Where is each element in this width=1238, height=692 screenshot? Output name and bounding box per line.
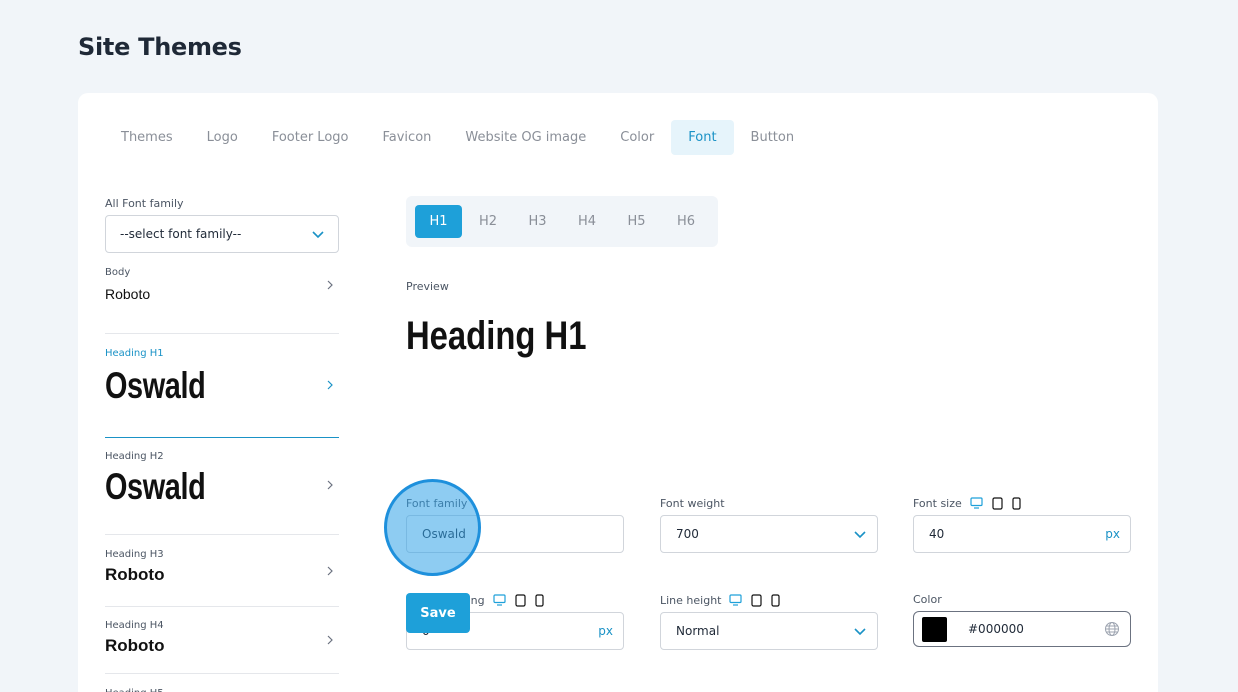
mobile-icon[interactable]	[535, 593, 544, 607]
tab-h3[interactable]: H3	[514, 205, 561, 238]
tab-h4[interactable]: H4	[564, 205, 611, 238]
mobile-icon[interactable]	[771, 593, 781, 607]
device-switcher	[970, 496, 1021, 510]
page-title: Site Themes	[78, 33, 242, 61]
globe-icon[interactable]	[1104, 621, 1120, 637]
font-item-heading-h5[interactable]: Heading H5	[105, 674, 339, 692]
font-weight-value: 700	[676, 527, 699, 541]
chevron-down-icon	[854, 531, 866, 539]
font-weight-label: Font weight	[660, 496, 725, 510]
font-list-panel: All Font family --select font family-- B…	[105, 197, 339, 692]
font-item-heading-h3[interactable]: Heading H3 Roboto	[105, 535, 339, 607]
line-height-value: Normal	[676, 624, 720, 638]
desktop-icon[interactable]	[970, 497, 983, 509]
line-height-label: Line height	[660, 593, 722, 607]
mobile-icon[interactable]	[1012, 496, 1021, 510]
tab-themes[interactable]: Themes	[104, 120, 190, 155]
desktop-icon[interactable]	[493, 594, 506, 606]
font-size-unit: px	[1105, 527, 1120, 541]
tab-h6[interactable]: H6	[663, 205, 710, 238]
tab-button[interactable]: Button	[734, 120, 812, 155]
font-item-heading-h4[interactable]: Heading H4 Roboto	[105, 607, 339, 674]
tab-website-og-image[interactable]: Website OG image	[448, 120, 603, 155]
font-item-key: Heading H1	[105, 348, 164, 359]
font-item-body[interactable]: Body Roboto	[105, 267, 339, 334]
font-item-key: Body	[105, 267, 131, 278]
tab-h2[interactable]: H2	[465, 205, 512, 238]
font-family-input[interactable]: Oswald	[406, 515, 624, 553]
settings-tabs: Themes Logo Footer Logo Favicon Website …	[104, 120, 811, 155]
device-switcher	[493, 593, 544, 607]
color-input[interactable]: #000000	[913, 611, 1131, 647]
chevron-right-icon	[327, 480, 333, 490]
font-size-input[interactable]: 40 px	[913, 515, 1131, 553]
save-button[interactable]: Save	[406, 593, 470, 633]
tab-h5[interactable]: H5	[613, 205, 660, 238]
font-item-key: Heading H4	[105, 620, 164, 631]
color-label: Color	[913, 592, 942, 606]
font-item-value: Oswald	[105, 365, 206, 406]
chevron-right-icon	[327, 380, 333, 390]
select-value: --select font family--	[120, 227, 242, 241]
all-font-family-label: All Font family	[105, 197, 184, 210]
preview-heading: Heading H1	[406, 314, 587, 358]
font-item-heading-h2[interactable]: Heading H2 Oswald	[105, 438, 339, 535]
tablet-icon[interactable]	[515, 593, 526, 607]
tablet-icon[interactable]	[751, 593, 763, 607]
color-hex-value: #000000	[968, 622, 1024, 636]
chevron-down-icon	[312, 231, 324, 239]
font-family-field: Font family Oswald	[406, 496, 624, 553]
font-item-key: Heading H5	[105, 688, 339, 692]
tab-favicon[interactable]: Favicon	[365, 120, 448, 155]
tablet-icon[interactable]	[992, 496, 1003, 510]
font-size-label: Font size	[913, 496, 962, 510]
font-item-value: Roboto	[105, 636, 165, 655]
font-family-label: Font family	[406, 496, 468, 510]
font-editor-panel: H1 H2 H3 H4 H5 H6 Preview Heading H1 Fon…	[406, 196, 1132, 650]
tab-color[interactable]: Color	[603, 120, 671, 155]
font-weight-field: Font weight 700	[660, 496, 878, 553]
color-field: Color #000000	[913, 592, 1131, 647]
font-size-field: Font size 40 px	[913, 496, 1131, 553]
tab-footer-logo[interactable]: Footer Logo	[255, 120, 366, 155]
heading-level-tabs: H1 H2 H3 H4 H5 H6	[406, 196, 718, 247]
tab-font[interactable]: Font	[671, 120, 734, 155]
device-switcher	[729, 593, 781, 607]
chevron-right-icon	[327, 566, 333, 576]
letter-spacing-unit: px	[598, 624, 613, 638]
font-item-heading-h1[interactable]: Heading H1 Oswald	[105, 334, 339, 438]
font-item-value: Roboto	[105, 565, 165, 584]
font-item-value: Oswald	[105, 466, 206, 507]
chevron-down-icon	[854, 628, 866, 636]
font-weight-select[interactable]: 700	[660, 515, 878, 553]
font-family-value: Oswald	[422, 527, 466, 541]
tab-logo[interactable]: Logo	[190, 120, 255, 155]
font-item-value: Roboto	[105, 286, 151, 302]
line-height-field: Line height Normal	[660, 593, 878, 650]
tab-h1[interactable]: H1	[415, 205, 462, 238]
chevron-right-icon	[327, 280, 333, 290]
font-size-value: 40	[929, 527, 945, 541]
color-swatch[interactable]	[922, 616, 947, 642]
preview-label: Preview	[406, 280, 449, 293]
all-font-family-select[interactable]: --select font family--	[105, 215, 339, 253]
line-height-select[interactable]: Normal	[660, 612, 878, 650]
desktop-icon[interactable]	[729, 594, 743, 606]
chevron-right-icon	[327, 635, 333, 645]
settings-card: Themes Logo Footer Logo Favicon Website …	[78, 93, 1158, 692]
font-item-key: Heading H2	[105, 451, 164, 462]
font-item-key: Heading H3	[105, 549, 164, 560]
